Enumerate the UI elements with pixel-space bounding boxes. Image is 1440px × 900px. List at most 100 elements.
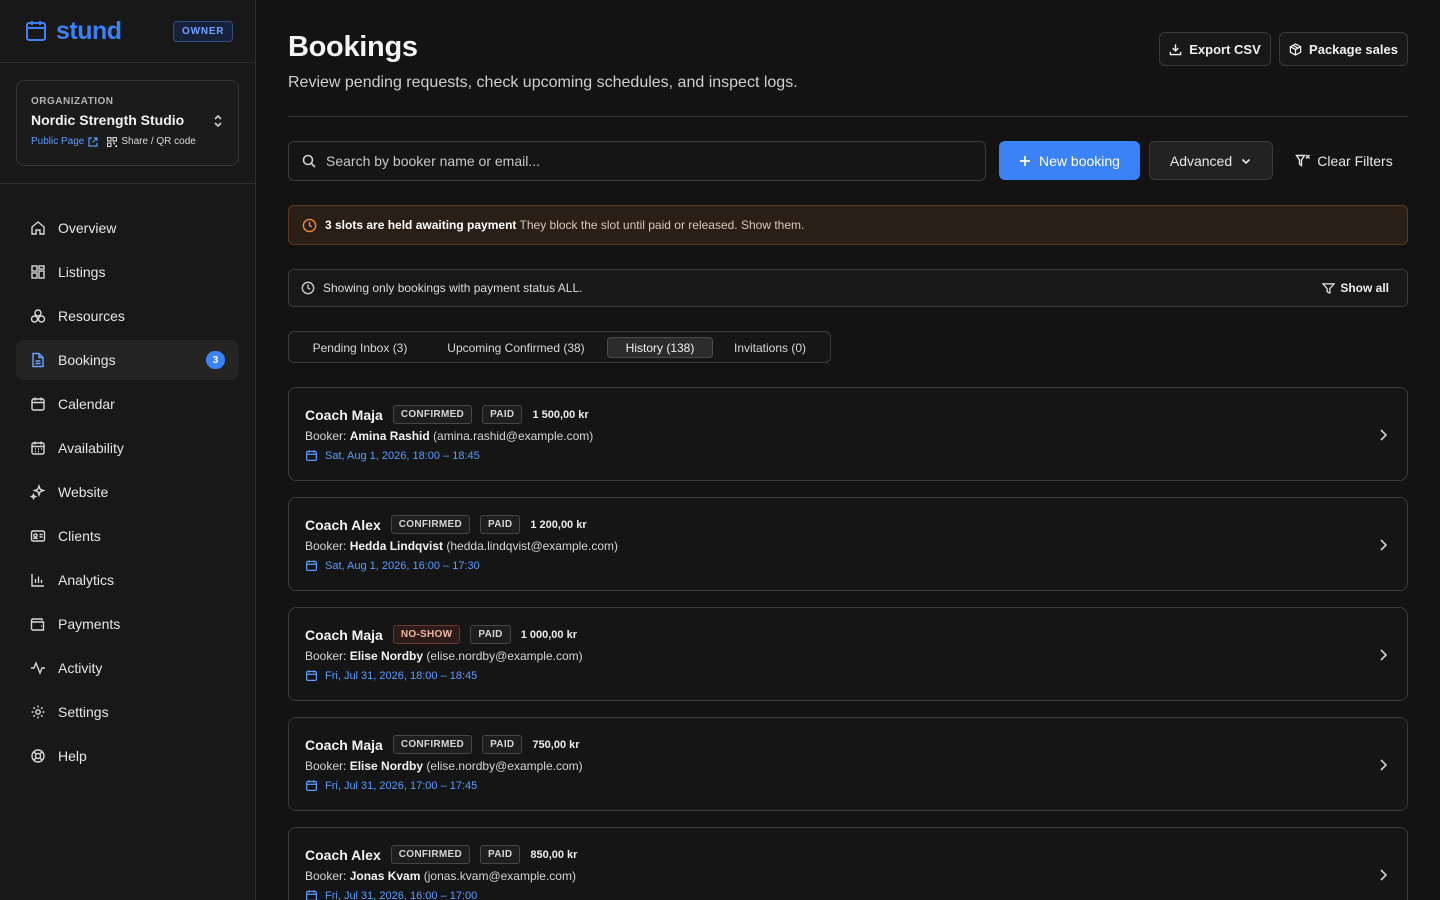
public-page-link[interactable]: Public Page — [31, 136, 98, 147]
brand-name[interactable]: stund — [56, 17, 122, 46]
sidebar-item-label: Overview — [58, 220, 117, 236]
sidebar-item-payments[interactable]: Payments — [16, 604, 239, 644]
booker-name: Hedda Lindqvist — [349, 539, 444, 553]
tab-invitations[interactable]: Invitations (0) — [721, 337, 819, 358]
booker-email: (jonas.kvam@example.com) — [423, 869, 576, 883]
export-csv-button[interactable]: Export CSV — [1159, 32, 1271, 66]
held-slots-title: 3 slots are held awaiting payment — [325, 218, 517, 232]
status-badge: CONFIRMED — [392, 735, 473, 754]
clear-filters-button[interactable]: Clear Filters — [1289, 141, 1399, 180]
booking-time: Fri, Jul 31, 2026, 18:00 – 18:45 — [305, 669, 477, 682]
booker-email: (hedda.lindqvist@example.com) — [446, 539, 618, 553]
tab-pending-inbox[interactable]: Pending Inbox (3) — [299, 337, 421, 358]
booking-time-text: Fri, Jul 31, 2026, 18:00 – 18:45 — [325, 669, 478, 682]
page-subtitle: Review pending requests, check upcoming … — [288, 74, 798, 91]
sidebar-item-settings[interactable]: Settings — [16, 692, 239, 732]
chevron-right-icon[interactable] — [1377, 648, 1389, 662]
booking-card[interactable]: Coach Alex CONFIRMED PAID 850,00 kr Book… — [288, 827, 1408, 900]
payment-filter-text: Showing only bookings with payment statu… — [323, 281, 583, 295]
coach-name: Coach Alex — [305, 516, 381, 533]
sidebar-item-label: Bookings — [58, 352, 116, 368]
tab-upcoming-confirmed[interactable]: Upcoming Confirmed (38) — [434, 337, 598, 358]
new-booking-button[interactable]: New booking — [999, 141, 1140, 180]
sidebar-item-label: Resources — [58, 308, 125, 324]
package-sales-label: Package sales — [1309, 41, 1398, 57]
grid-icon — [31, 265, 45, 279]
role-badge: OWNER — [173, 21, 234, 42]
booking-amount: 1 500,00 kr — [532, 408, 589, 421]
chevron-right-icon[interactable] — [1377, 758, 1389, 772]
chevrons-up-down-icon[interactable] — [212, 114, 224, 128]
advanced-filters-button[interactable]: Advanced — [1149, 141, 1273, 180]
booking-card[interactable]: Coach Alex CONFIRMED PAID 1 200,00 kr Bo… — [288, 497, 1408, 591]
show-all-label: Show all — [1340, 281, 1389, 295]
bookings-count-badge: 3 — [206, 351, 225, 369]
booker-prefix: Booker: — [305, 539, 347, 553]
coach-name: Coach Maja — [305, 736, 383, 753]
payment-badge: PAID — [480, 845, 521, 864]
booking-amount: 1 200,00 kr — [530, 518, 587, 531]
held-slots-text: They block the slot until paid or releas… — [519, 218, 805, 232]
booking-amount: 1 000,00 kr — [520, 628, 577, 641]
sidebar-item-website[interactable]: Website — [16, 472, 239, 512]
held-slots-alert[interactable]: 3 slots are held awaiting payment They b… — [288, 205, 1408, 245]
calendar-icon — [31, 397, 45, 411]
advanced-label: Advanced — [1169, 152, 1233, 169]
booking-time-text: Fri, Jul 31, 2026, 16:00 – 17:00 — [325, 889, 478, 900]
sidebar-item-label: Website — [58, 484, 109, 500]
payment-badge: PAID — [470, 625, 511, 644]
sidebar-nav: Overview Listings Resources Bookings 3 C… — [0, 184, 255, 776]
sidebar-item-clients[interactable]: Clients — [16, 516, 239, 556]
organization-switcher[interactable]: ORGANIZATION Nordic Strength Studio Publ… — [16, 80, 239, 166]
tab-history[interactable]: History (138) — [607, 337, 713, 358]
search-icon — [302, 154, 316, 168]
status-badge: CONFIRMED — [392, 405, 473, 424]
booking-card[interactable]: Coach Maja CONFIRMED PAID 750,00 kr Book… — [288, 717, 1408, 811]
chevron-right-icon[interactable] — [1377, 428, 1389, 442]
sidebar-item-analytics[interactable]: Analytics — [16, 560, 239, 600]
booking-time-text: Fri, Jul 31, 2026, 17:00 – 17:45 — [325, 779, 478, 792]
booker-prefix: Booker: — [305, 759, 347, 773]
sidebar-item-help[interactable]: Help — [16, 736, 239, 776]
sidebar-item-availability[interactable]: Availability — [16, 428, 239, 468]
new-booking-label: New booking — [1039, 152, 1120, 169]
calendar-grid-icon — [31, 441, 45, 455]
filter-x-icon — [1295, 154, 1311, 167]
chevron-right-icon[interactable] — [1377, 868, 1389, 882]
payment-badge: PAID — [480, 515, 521, 534]
calendar-logo-icon — [26, 21, 46, 41]
search-input[interactable] — [326, 153, 926, 169]
booking-card[interactable]: Coach Maja CONFIRMED PAID 1 500,00 kr Bo… — [288, 387, 1408, 481]
sidebar-item-label: Help — [58, 748, 87, 764]
package-sales-button[interactable]: Package sales — [1279, 32, 1408, 66]
sidebar-item-calendar[interactable]: Calendar — [16, 384, 239, 424]
sidebar-item-label: Calendar — [58, 396, 115, 412]
clock-icon — [301, 281, 315, 295]
sidebar-item-label: Availability — [58, 440, 124, 456]
sidebar-item-bookings[interactable]: Bookings 3 — [16, 340, 239, 380]
sidebar-item-activity[interactable]: Activity — [16, 648, 239, 688]
chevron-down-icon — [1242, 158, 1251, 164]
sidebar-item-overview[interactable]: Overview — [16, 208, 239, 248]
booker-email: (elise.nordby@example.com) — [426, 649, 583, 663]
booking-time: Fri, Jul 31, 2026, 17:00 – 17:45 — [305, 779, 477, 792]
sidebar-item-listings[interactable]: Listings — [16, 252, 239, 292]
search-box[interactable] — [288, 141, 986, 181]
calendar-icon — [306, 890, 317, 900]
sparkle-icon — [30, 484, 46, 500]
booker-line: Booker: Jonas Kvam (jonas.kvam@example.c… — [305, 869, 576, 883]
sidebar-item-resources[interactable]: Resources — [16, 296, 239, 336]
show-all-button[interactable]: Show all — [1322, 281, 1389, 295]
coach-name: Coach Alex — [305, 846, 381, 863]
resources-icon — [30, 309, 46, 323]
booker-email: (elise.nordby@example.com) — [426, 759, 583, 773]
booking-card[interactable]: Coach Maja NO-SHOW PAID 1 000,00 kr Book… — [288, 607, 1408, 701]
booking-amount: 850,00 kr — [530, 848, 578, 861]
clock-warning-icon — [302, 218, 317, 232]
sidebar-item-label: Activity — [58, 660, 103, 676]
share-qr-link[interactable]: Share / QR code — [107, 136, 196, 147]
booker-line: Booker: Elise Nordby (elise.nordby@examp… — [305, 759, 583, 773]
download-icon — [1169, 43, 1182, 55]
chevron-right-icon[interactable] — [1377, 538, 1389, 552]
sidebar-item-label: Listings — [58, 264, 106, 280]
